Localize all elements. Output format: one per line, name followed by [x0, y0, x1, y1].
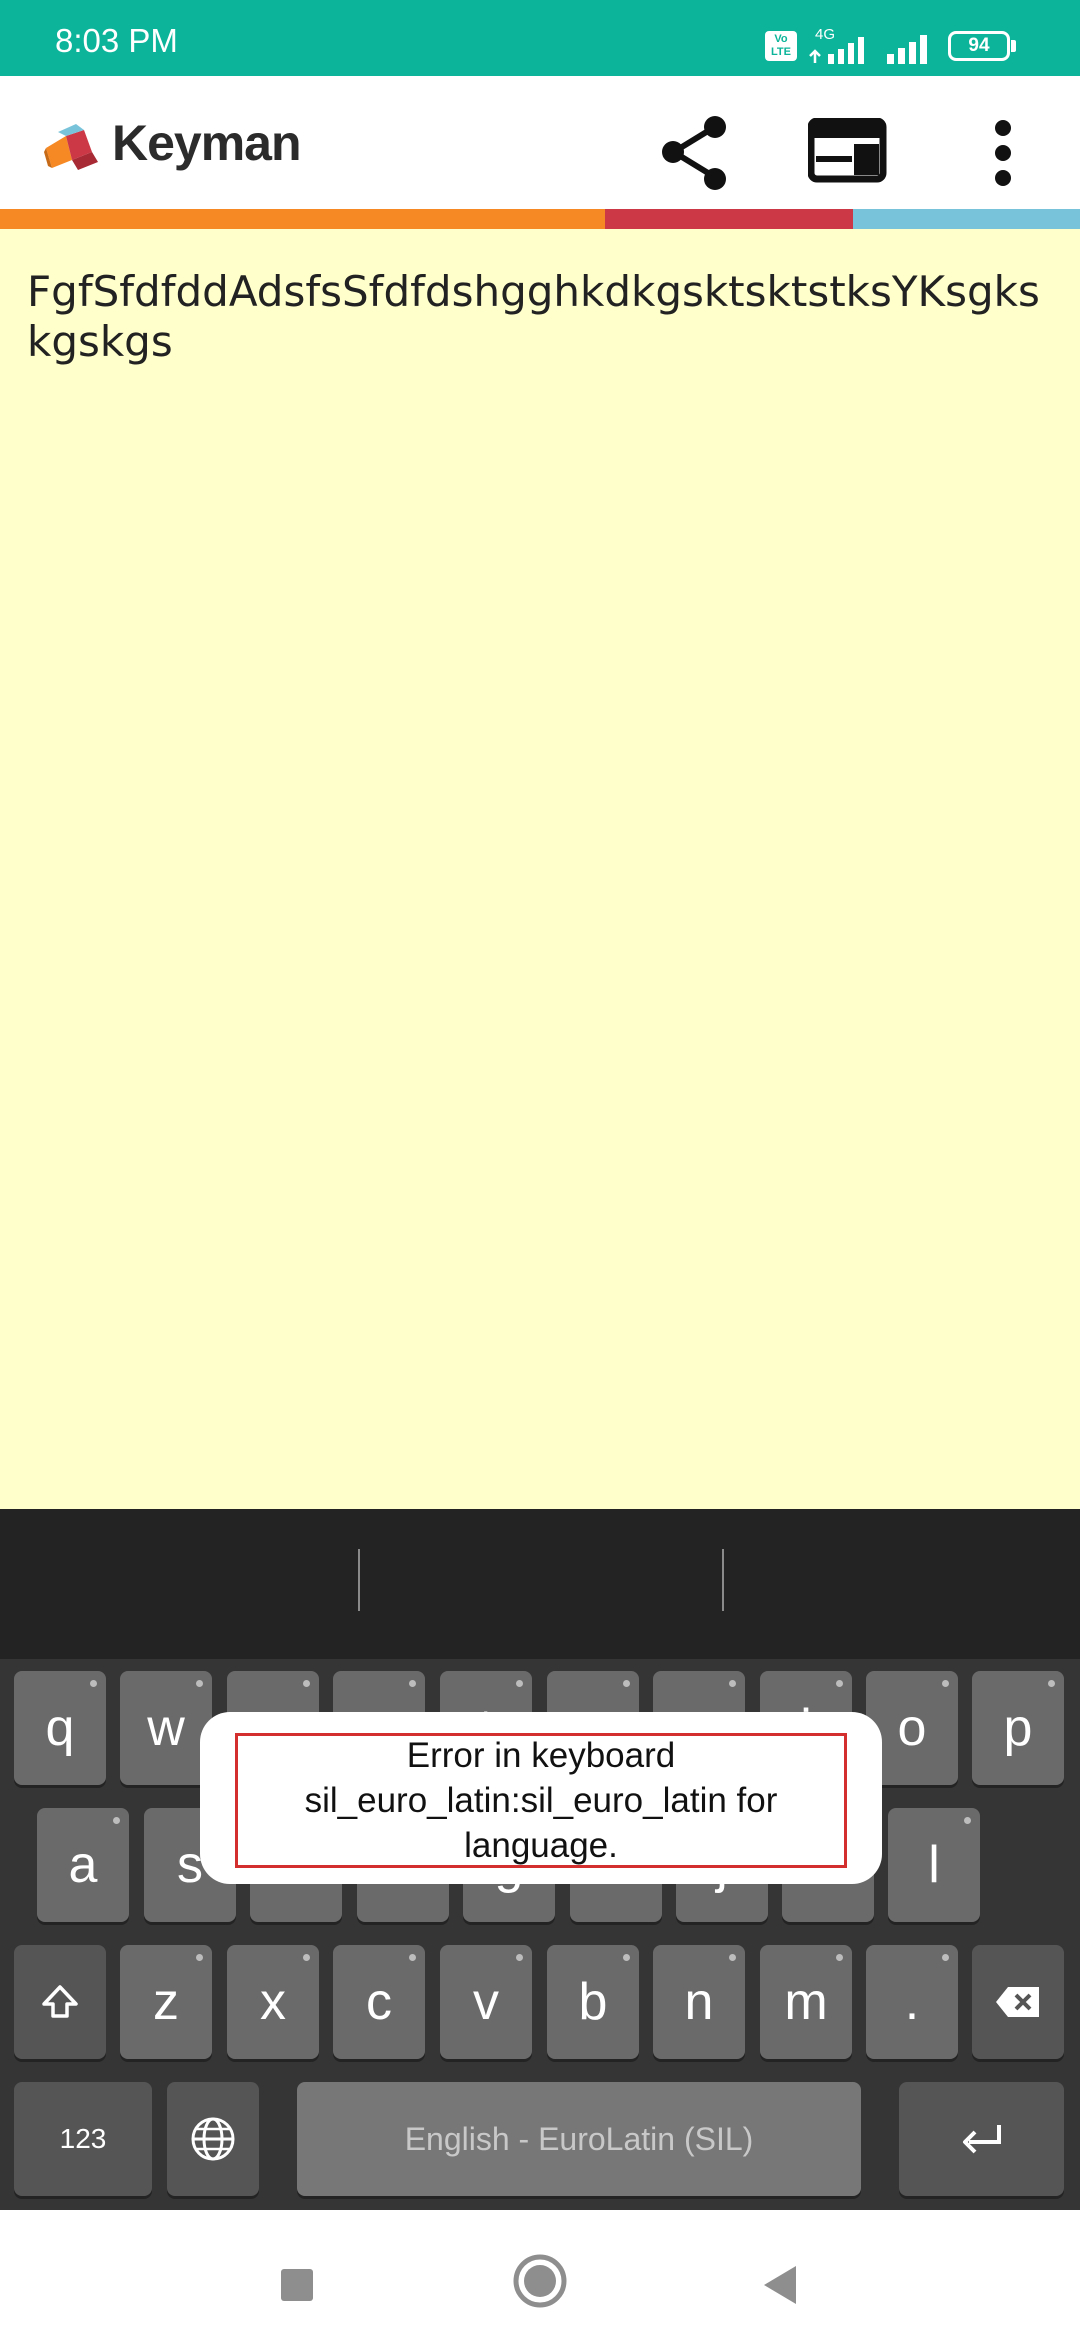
error-message: Error in keyboard sil_euro_latin:sil_eur…: [304, 1736, 778, 1865]
key-l[interactable]: l: [888, 1808, 980, 1922]
status-bar: 8:03 PM Vo LTE 4G 94: [0, 0, 1080, 76]
backspace-icon: [996, 1987, 1039, 2017]
error-message-box: Error in keyboard sil_euro_latin:sil_eur…: [235, 1733, 847, 1868]
key-period[interactable]: .: [866, 1945, 958, 2059]
web-browser-icon: [807, 117, 887, 183]
editor-text: FgfSfdfddAdsfsSfdfdshgghkdkgsktsktstksYK…: [27, 267, 1040, 366]
home-button[interactable]: [505, 2246, 575, 2316]
spacebar[interactable]: English - EuroLatin (SIL): [297, 2082, 861, 2196]
keyman-logo-icon: [44, 124, 98, 170]
key-label: l: [928, 1836, 940, 1894]
volte-label: Vo LTE: [771, 33, 791, 58]
key-x[interactable]: x: [227, 1945, 319, 2059]
app-title: Keyman: [112, 115, 302, 171]
key-label: a: [68, 1836, 98, 1894]
share-icon: [662, 116, 726, 190]
enter-icon: [962, 2125, 1001, 2154]
navigation-bar: [0, 2210, 1080, 2340]
stripe-red: [605, 209, 853, 229]
recents-square-icon: [281, 2269, 313, 2301]
more-options-button[interactable]: [985, 118, 1021, 194]
numbers-key[interactable]: 123: [14, 2082, 152, 2196]
web-browser-button[interactable]: [807, 117, 888, 188]
battery-tip: [1011, 40, 1016, 52]
stripe-blue: [853, 209, 1080, 229]
back-button[interactable]: [745, 2250, 815, 2320]
key-label: n: [684, 1973, 714, 2031]
globe-icon: [191, 2117, 235, 2161]
home-circle-icon: [513, 2254, 567, 2308]
suggestion-bar: [0, 1509, 1080, 1659]
suggestion-slot-3[interactable]: [724, 1509, 1080, 1659]
suggestion-slot-1[interactable]: [0, 1509, 358, 1659]
key-p[interactable]: p: [972, 1671, 1064, 1785]
key-b[interactable]: b: [547, 1945, 639, 2059]
key-label: v: [473, 1973, 499, 2031]
signal-strength-2-icon: [887, 35, 927, 64]
key-z[interactable]: z: [120, 1945, 212, 2059]
key-a[interactable]: a: [37, 1808, 129, 1922]
stripe-orange: [0, 209, 605, 229]
backspace-key[interactable]: [972, 1945, 1064, 2059]
key-label: x: [260, 1973, 286, 2031]
recents-button[interactable]: [262, 2250, 332, 2320]
more-vert-icon: [995, 120, 1011, 186]
key-q[interactable]: q: [14, 1671, 106, 1785]
shift-key[interactable]: [14, 1945, 106, 2059]
battery-level: 94: [968, 35, 990, 56]
key-c[interactable]: c: [333, 1945, 425, 2059]
key-v[interactable]: v: [440, 1945, 532, 2059]
key-label: w: [147, 1699, 185, 1757]
key-w[interactable]: w: [120, 1671, 212, 1785]
status-time: 8:03 PM: [55, 22, 178, 59]
spacebar-label: English - EuroLatin (SIL): [404, 2120, 754, 2157]
text-editor[interactable]: FgfSfdfddAdsfsSfdfdshgghkdkgsktsktstksYK…: [0, 229, 1080, 1509]
key-label: q: [45, 1699, 75, 1757]
key-n[interactable]: n: [653, 1945, 745, 2059]
share-button[interactable]: [655, 114, 735, 194]
key-label: z: [153, 1973, 179, 2031]
volte-icon: Vo LTE: [765, 31, 797, 61]
key-label: .: [904, 1973, 920, 2031]
globe-key[interactable]: [167, 2082, 259, 2196]
shift-icon: [42, 1985, 78, 2018]
error-popup: Error in keyboard sil_euro_latin:sil_eur…: [200, 1712, 882, 1884]
app-bar: Keyman: [0, 76, 1080, 209]
key-label: o: [897, 1699, 927, 1757]
key-m[interactable]: m: [760, 1945, 852, 2059]
back-triangle-icon: [764, 2266, 796, 2304]
key-label: p: [1003, 1699, 1033, 1757]
signal-strength-icon: [809, 37, 864, 64]
enter-key[interactable]: [899, 2082, 1064, 2196]
battery-icon: 94: [948, 31, 1010, 61]
key-label: m: [784, 1973, 828, 2031]
key-label: 123: [59, 2123, 107, 2154]
key-label: c: [366, 1973, 392, 2031]
brand-stripe: [0, 209, 1080, 229]
key-label: b: [578, 1973, 608, 2031]
suggestion-slot-2[interactable]: [360, 1509, 722, 1659]
